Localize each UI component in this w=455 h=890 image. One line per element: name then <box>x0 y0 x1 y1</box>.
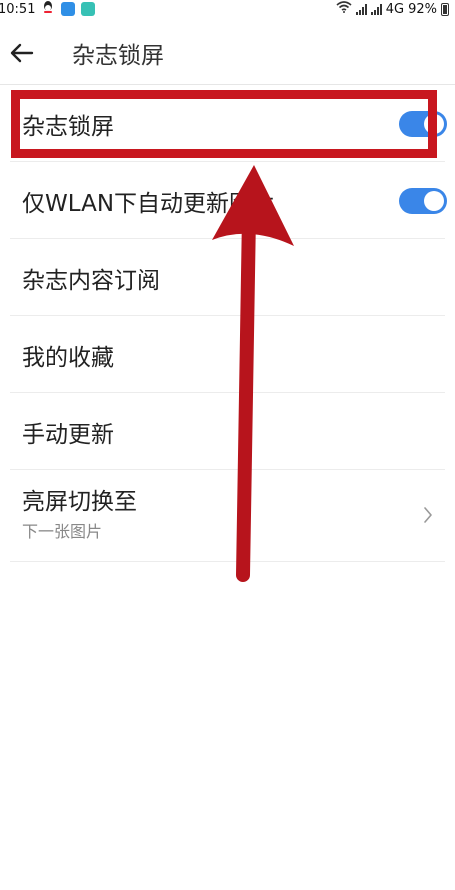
setting-screen-on-switch[interactable]: 亮屏切换至 下一张图片 <box>0 470 455 562</box>
setting-label: 我的收藏 <box>22 344 114 371</box>
status-time: 10:51 <box>0 1 36 17</box>
arrow-left-icon <box>10 43 34 63</box>
back-button[interactable] <box>8 39 36 67</box>
page-title: 杂志锁屏 <box>72 43 164 69</box>
settings-list: 杂志锁屏 仅WLAN下自动更新图片 杂志内容订阅 我的收藏 手动更新 亮屏切换至… <box>0 85 455 562</box>
wifi-icon <box>336 1 352 17</box>
setting-label: 仅WLAN下自动更新图片 <box>22 190 276 217</box>
row-divider <box>10 561 445 562</box>
setting-magazine-lockscreen[interactable]: 杂志锁屏 <box>0 85 455 162</box>
setting-content-subscription[interactable]: 杂志内容订阅 <box>0 239 455 316</box>
setting-label: 亮屏切换至 <box>22 489 137 515</box>
setting-manual-update[interactable]: 手动更新 <box>0 393 455 470</box>
toggle-knob <box>424 191 444 211</box>
qq-notification-icon <box>41 0 55 18</box>
network-type: 4G <box>385 1 405 17</box>
battery-icon <box>441 2 449 16</box>
setting-label: 杂志内容订阅 <box>22 267 160 294</box>
setting-label: 手动更新 <box>22 421 114 448</box>
setting-label: 杂志锁屏 <box>22 113 114 140</box>
status-bar: 10:51 4G 92% <box>0 0 455 18</box>
message-notification-icon <box>61 2 76 16</box>
toggle-knob <box>424 114 444 134</box>
wlan-only-update-toggle[interactable] <box>399 188 447 214</box>
setting-sublabel: 下一张图片 <box>22 522 103 541</box>
signal-icon-sim1 <box>355 3 367 15</box>
setting-my-favorites[interactable]: 我的收藏 <box>0 316 455 393</box>
battery-percent: 92% <box>408 1 437 17</box>
app-notification-icon <box>81 2 96 16</box>
magazine-lockscreen-toggle[interactable] <box>399 111 447 137</box>
chevron-right-icon <box>424 507 432 523</box>
setting-wlan-only-update[interactable]: 仅WLAN下自动更新图片 <box>0 162 455 239</box>
app-bar: 杂志锁屏 <box>0 24 455 82</box>
signal-icon-sim2 <box>370 3 382 15</box>
